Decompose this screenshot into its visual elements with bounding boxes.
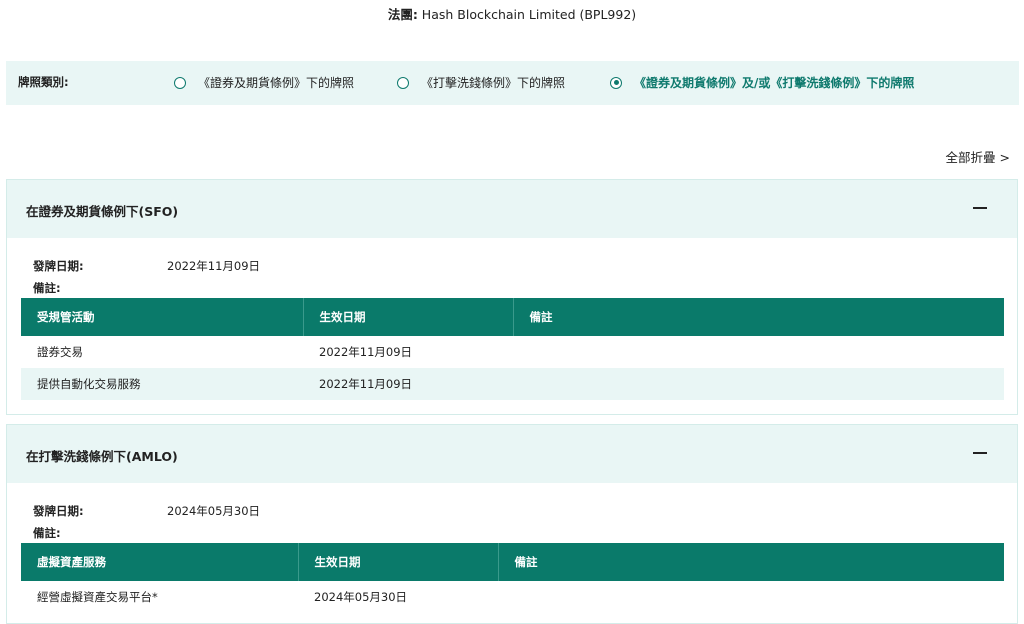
radio-label: 《打擊洗錢條例》下的牌照 — [421, 76, 566, 90]
issue-date-value: 2022年11月09日 — [167, 259, 261, 273]
table-row: 經營虛擬資產交易平台* 2024年05月30日 — [21, 581, 1004, 613]
table-row: 證券交易 2022年11月09日 — [21, 336, 1004, 368]
collapse-all-link[interactable]: 全部折疊 > — [946, 147, 1010, 166]
radio-circle[interactable] — [174, 76, 186, 89]
column-header: 生效日期 — [297, 543, 498, 581]
corporation-label: 法團: — [387, 7, 418, 22]
license-type-bar: 牌照類別: 《證券及期貨條例》下的牌照 《打擊洗錢條例》下的牌照 《證券及期貨條… — [6, 61, 1019, 105]
issue-date-value: 2024年05月30日 — [167, 504, 261, 518]
table-cell: 證券交易 — [37, 345, 83, 359]
radio-circle[interactable] — [397, 76, 409, 89]
radio-circle[interactable] — [610, 76, 622, 89]
section-amlo: 在打擊洗錢條例下(AMLO) 發牌日期: 2024年05月30日 備註: 虛擬資… — [6, 424, 1018, 624]
activities-table: 虛擬資產服務 生效日期 備註 經營虛擬資產交易平台* 2024年05月30日 — [21, 543, 1004, 613]
section-header[interactable]: 在打擊洗錢條例下(AMLO) — [7, 425, 1017, 483]
radio-sfo-and-amlo-license[interactable]: 《證券及期貨條例》及/或《打擊洗錢條例》下的牌照 — [610, 74, 914, 91]
section-header[interactable]: 在證券及期貨條例下(SFO) — [7, 180, 1017, 238]
collapse-icon[interactable] — [973, 207, 987, 209]
column-header: 受規管活動 — [21, 298, 303, 336]
collapse-icon[interactable] — [973, 452, 987, 454]
section-sfo: 在證券及期貨條例下(SFO) 發牌日期: 2022年11月09日 備註: 受規管… — [6, 179, 1018, 415]
table-row: 提供自動化交易服務 2022年11月09日 — [21, 368, 1004, 400]
corporation-name: Hash Blockchain Limited (BPL992) — [421, 7, 637, 22]
table-cell: 提供自動化交易服務 — [21, 368, 303, 400]
table-cell — [498, 581, 1004, 613]
table-cell — [513, 368, 1004, 400]
radio-label: 《證券及期貨條例》下的牌照 — [198, 76, 355, 90]
section-title: 在打擊洗錢條例下(AMLO) — [26, 449, 178, 464]
column-header: 生效日期 — [302, 298, 513, 336]
table-cell: 經營虛擬資產交易平台* — [37, 590, 158, 604]
table-cell: 2022年11月09日 — [319, 345, 413, 359]
table-cell: 2024年05月30日 — [314, 590, 408, 604]
radio-amlo-license[interactable]: 《打擊洗錢條例》下的牌照 — [397, 74, 565, 91]
issue-date-label: 發牌日期: — [33, 259, 84, 273]
activities-table: 受規管活動 生效日期 備註 證券交易 2022年11月09日 提供自動化交易服務… — [21, 298, 1004, 400]
section-title: 在證券及期貨條例下(SFO) — [26, 204, 179, 219]
remarks-label: 備註: — [33, 281, 61, 295]
table-cell: 2022年11月09日 — [303, 368, 513, 400]
radio-label: 《證券及期貨條例》及/或《打擊洗錢條例》下的牌照 — [634, 76, 915, 90]
license-type-label: 牌照類別: — [18, 75, 69, 89]
table-cell — [513, 336, 1004, 368]
corporation-line: 法團: Hash Blockchain Limited (BPL992) — [0, 4, 1024, 23]
column-header: 備註 — [497, 543, 1004, 581]
issue-date-label: 發牌日期: — [33, 504, 84, 518]
remarks-label: 備註: — [33, 526, 61, 540]
column-header: 備註 — [512, 298, 1004, 336]
column-header: 虛擬資產服務 — [21, 543, 298, 581]
radio-sfo-license[interactable]: 《證券及期貨條例》下的牌照 — [174, 74, 354, 91]
